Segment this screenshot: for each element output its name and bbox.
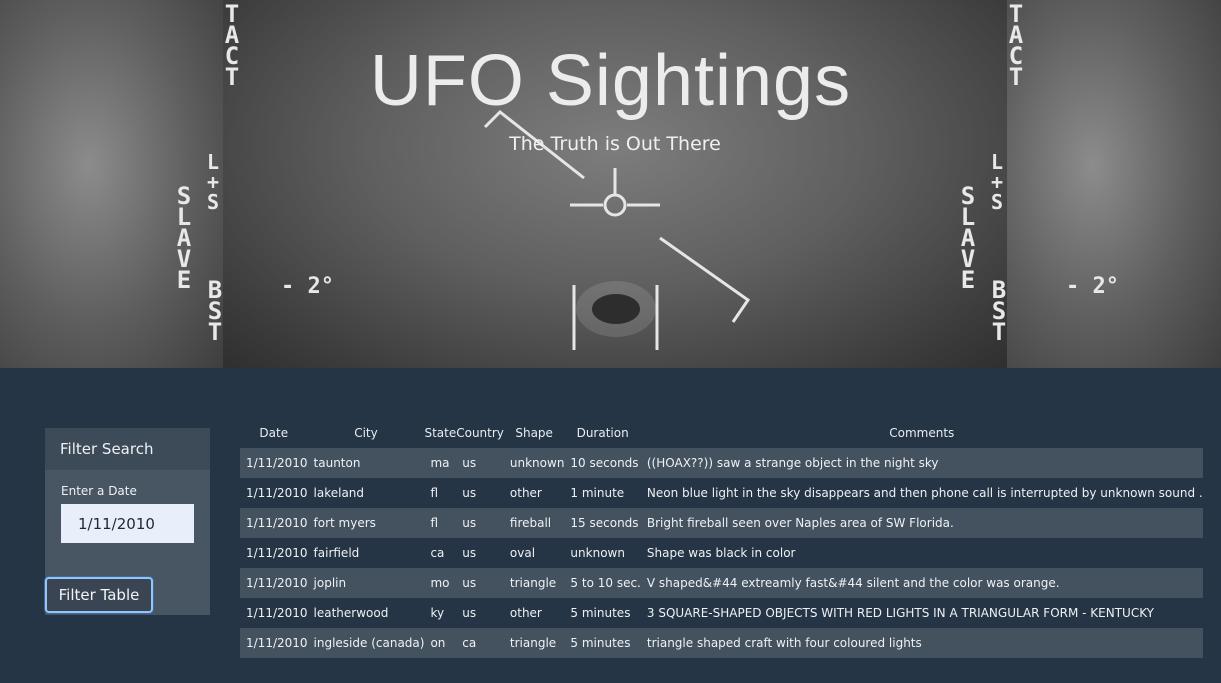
- cell-country: us: [456, 598, 504, 628]
- filter-table-button[interactable]: Filter Table: [45, 577, 153, 613]
- cell-duration: unknown: [564, 538, 641, 568]
- cell-duration: 5 minutes: [564, 598, 641, 628]
- cell-city: ingleside (canada): [307, 628, 425, 658]
- cell-date: 1/11/2010: [240, 598, 308, 628]
- cell-shape: triangle: [503, 628, 565, 658]
- cell-duration: 15 seconds: [564, 508, 641, 538]
- column-header-comments: Comments: [889, 426, 955, 440]
- filter-panel-heading: Filter Search: [45, 428, 210, 470]
- cell-state: ma: [424, 448, 457, 478]
- cell-city: fort myers: [307, 508, 425, 538]
- cell-date: 1/11/2010: [240, 628, 308, 658]
- cell-shape: triangle: [503, 568, 565, 598]
- cell-state: fl: [424, 508, 457, 538]
- cell-comments: 3 SQUARE-SHAPED OBJECTS WITH RED LIGHTS …: [640, 598, 1203, 628]
- table-row: 1/11/2010 fairfield ca us oval unknown S…: [240, 538, 1203, 568]
- cell-city: lakeland: [307, 478, 425, 508]
- cell-date: 1/11/2010: [240, 448, 308, 478]
- column-header-duration: Duration: [576, 426, 629, 440]
- cell-country: us: [456, 478, 504, 508]
- date-field-label: Enter a Date: [61, 484, 137, 498]
- cell-city: leatherwood: [307, 598, 425, 628]
- table-row: 1/11/2010 fort myers fl us fireball 15 s…: [240, 508, 1203, 538]
- cell-date: 1/11/2010: [240, 568, 308, 598]
- cell-state: fl: [424, 478, 457, 508]
- cell-duration: 10 seconds: [564, 448, 641, 478]
- column-header-date: Date: [259, 426, 289, 440]
- table-row: 1/11/2010 taunton ma us unknown 10 secon…: [240, 448, 1203, 478]
- cell-comments: Bright fireball seen over Naples area of…: [640, 508, 1203, 538]
- cell-comments: ((HOAX??)) saw a strange object in the n…: [640, 448, 1203, 478]
- table-row: 1/11/2010 ingleside (canada) on ca trian…: [240, 628, 1203, 658]
- cell-comments: V shaped&#44 extreamly fast&#44 silent a…: [640, 568, 1203, 598]
- table-row: 1/11/2010 lakeland fl us other 1 minute …: [240, 478, 1203, 508]
- cell-state: ky: [424, 598, 457, 628]
- cell-shape: unknown: [503, 448, 565, 478]
- cell-country: us: [456, 568, 504, 598]
- cell-shape: fireball: [503, 508, 565, 538]
- cell-date: 1/11/2010: [240, 538, 308, 568]
- filter-panel: Filter Search Enter a Date Filter Table: [45, 428, 210, 615]
- cell-country: us: [456, 508, 504, 538]
- cell-duration: 5 minutes: [564, 628, 641, 658]
- table-header-row: Date City State Country Shape Duration C…: [240, 418, 1203, 448]
- page-title: UFO Sightings: [369, 41, 852, 121]
- table-row: 1/11/2010 joplin mo us triangle 5 to 10 …: [240, 568, 1203, 598]
- page-subtitle: The Truth is Out There: [509, 133, 721, 155]
- cell-state: on: [424, 628, 457, 658]
- table-row: 1/11/2010 leatherwood ky us other 5 minu…: [240, 598, 1203, 628]
- cell-city: taunton: [307, 448, 425, 478]
- cell-country: ca: [456, 628, 504, 658]
- cell-state: ca: [424, 538, 457, 568]
- cell-city: fairfield: [307, 538, 425, 568]
- cell-date: 1/11/2010: [240, 478, 308, 508]
- column-header-state: State: [424, 426, 457, 440]
- cell-date: 1/11/2010: [240, 508, 308, 538]
- cell-country: us: [456, 538, 504, 568]
- sightings-table: Date City State Country Shape Duration C…: [240, 418, 1203, 658]
- cell-shape: other: [503, 598, 565, 628]
- date-input[interactable]: [61, 504, 194, 543]
- cell-shape: other: [503, 478, 565, 508]
- cell-comments: triangle shaped craft with four coloured…: [640, 628, 1203, 658]
- cell-comments: Shape was black in color: [640, 538, 1203, 568]
- hero-banner: TACT L + S SLAVE BST - 2° TACT L + S SLAVE B…: [0, 0, 1221, 368]
- sightings-table-container: Date City State Country Shape Duration C…: [240, 418, 1203, 658]
- column-header-country: Country: [456, 426, 504, 440]
- column-header-shape: Shape: [515, 426, 553, 440]
- cell-country: us: [456, 448, 504, 478]
- cell-city: joplin: [307, 568, 425, 598]
- cell-shape: oval: [503, 538, 565, 568]
- cell-comments: Neon blue light in the sky disappears an…: [640, 478, 1203, 508]
- cell-state: mo: [424, 568, 457, 598]
- cell-duration: 1 minute: [564, 478, 641, 508]
- cell-duration: 5 to 10 sec.: [564, 568, 641, 598]
- column-header-city: City: [354, 426, 378, 440]
